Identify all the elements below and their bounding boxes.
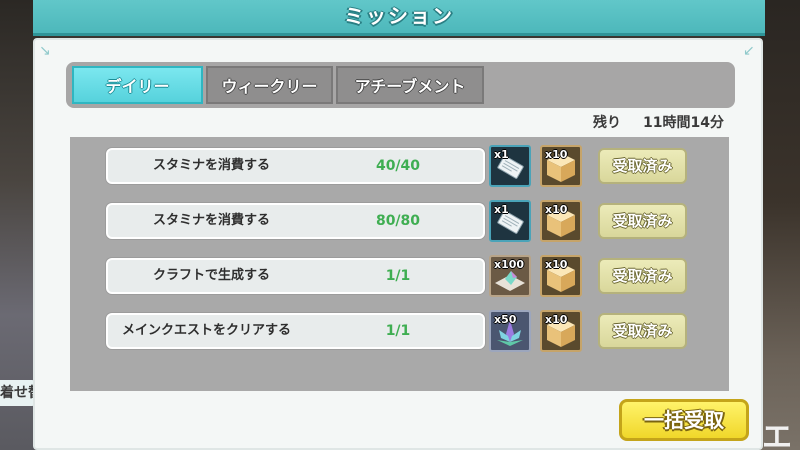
reward-qty: x10 (545, 203, 568, 216)
bulk-claim-button[interactable]: 一括受取 (619, 399, 749, 441)
remaining-time-value: 11時間14分 (643, 115, 724, 131)
reward-qty: x1 (494, 203, 509, 216)
claimed-button[interactable]: 受取済み (598, 203, 687, 239)
mission-row-bar: クラフトで生成する 1/1 (106, 258, 485, 294)
claimed-button[interactable]: 受取済み (598, 148, 687, 184)
reward-cube-icon: x10 (540, 310, 582, 352)
mission-row-bar: スタミナを消費する 40/40 (106, 148, 485, 184)
mission-title: スタミナを消費する (153, 213, 271, 228)
reward-lotus-crystal-icon: x50 (489, 310, 531, 352)
mission-row-bar: スタミナを消費する 80/80 (106, 203, 485, 239)
reward-ticket-icon: x1 (489, 145, 531, 187)
reward-qty: x1 (494, 148, 509, 161)
mission-progress: 40/40 (375, 158, 421, 174)
claimed-button[interactable]: 受取済み (598, 313, 687, 349)
reward-cube-icon: x10 (540, 200, 582, 242)
background-sign-left: 着せ替 (0, 380, 36, 406)
background-sign-right: エ (762, 420, 792, 450)
mission-row-bar: メインクエストをクリアする 1/1 (106, 313, 485, 349)
reward-qty: x10 (545, 313, 568, 326)
reward-cube-icon: x10 (540, 255, 582, 297)
claimed-button[interactable]: 受取済み (598, 258, 687, 294)
reward-qty: x50 (494, 313, 517, 326)
mission-row: スタミナを消費する 80/80 x1 x10 受取済み (106, 200, 691, 242)
reward-crystal-shard-icon: x100 (489, 255, 531, 297)
mission-list: スタミナを消費する 40/40 x1 x10 受取済み スタミナを消費する 80… (70, 137, 729, 391)
mission-progress: 80/80 (375, 213, 421, 229)
reward-qty: x100 (494, 258, 525, 271)
tab-daily[interactable]: デイリー (72, 66, 203, 104)
reward-qty: x10 (545, 258, 568, 271)
remaining-time: 残り 11時間14分 (35, 112, 724, 132)
mission-row: スタミナを消費する 40/40 x1 x10 受取済み (106, 145, 691, 187)
corner-ornament-icon: ↘ (39, 43, 51, 59)
tab-achievement[interactable]: アチーブメント (336, 66, 484, 104)
mission-row: メインクエストをクリアする 1/1 x50 x10 受取済み (106, 310, 691, 352)
reward-qty: x10 (545, 148, 568, 161)
mission-progress: 1/1 (385, 323, 411, 339)
reward-cube-icon: x10 (540, 145, 582, 187)
tab-weekly[interactable]: ウィークリー (206, 66, 333, 104)
mission-progress: 1/1 (385, 268, 411, 284)
corner-ornament-icon: ↙ (743, 43, 755, 59)
mission-title: メインクエストをクリアする (122, 323, 292, 338)
mission-title: クラフトで生成する (153, 268, 271, 283)
tab-bar: デイリー ウィークリー アチーブメント (66, 62, 735, 108)
mission-header: ミッション (33, 0, 765, 36)
mission-title: スタミナを消費する (153, 158, 271, 173)
page-title: ミッション (344, 4, 454, 28)
remaining-label: 残り (593, 115, 622, 131)
mission-row: クラフトで生成する 1/1 x100 x10 受取済み (106, 255, 691, 297)
mission-panel: ↘ ↙ デイリー ウィークリー アチーブメント 残り 11時間14分 スタミナを消… (33, 38, 763, 450)
reward-ticket-icon: x1 (489, 200, 531, 242)
background-scene-right (760, 0, 800, 450)
